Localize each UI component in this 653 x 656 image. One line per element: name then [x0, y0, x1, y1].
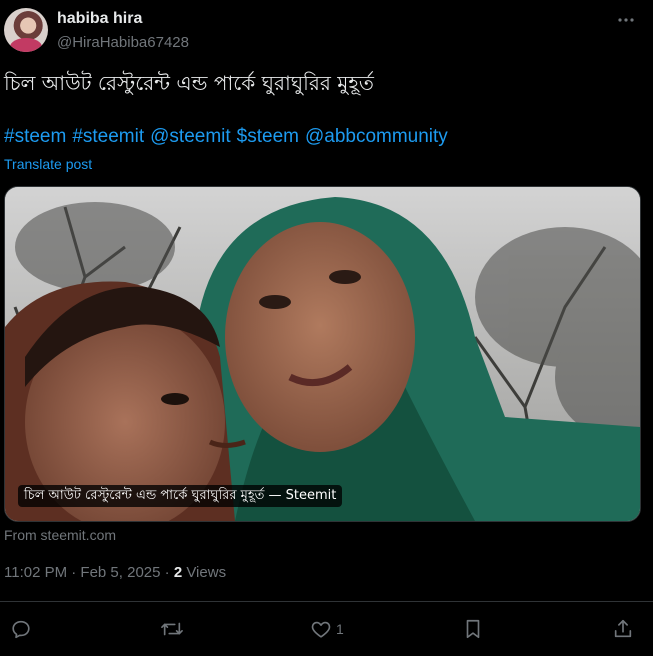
divider: [0, 601, 653, 602]
link-card-source[interactable]: From steemit.com: [4, 527, 116, 543]
bookmark-icon: [466, 619, 480, 639]
tag-link[interactable]: #steem: [4, 126, 66, 147]
mention-link[interactable]: @steemit: [150, 126, 231, 147]
mention-link[interactable]: @abbcommunity: [305, 126, 448, 147]
translate-post-link[interactable]: Translate post: [4, 156, 92, 172]
more-options-icon[interactable]: [612, 6, 640, 34]
views-label: Views: [182, 564, 227, 581]
repost-button[interactable]: [160, 612, 188, 646]
bookmark-button[interactable]: [463, 612, 487, 646]
share-icon: [614, 619, 632, 638]
post-meta: 11:02 PM · Feb 5, 2025 · 2 Views: [4, 564, 226, 581]
author-display-name[interactable]: habiba hira: [57, 10, 142, 28]
reply-button[interactable]: [10, 612, 36, 646]
action-bar: 1: [0, 612, 653, 646]
cashtag-link[interactable]: $steem: [237, 126, 299, 147]
share-button[interactable]: [612, 612, 638, 646]
like-count: 1: [336, 621, 344, 637]
reply-icon: [12, 620, 30, 639]
repost-icon: [161, 622, 183, 636]
post-tags: #steem #steemit @steemit $steem @abbcommunit…: [4, 126, 454, 148]
link-card-image[interactable]: [4, 186, 641, 522]
post-text: চিল আউট রেস্টুরেন্ট এন্ড পার্কে ঘুরাঘুরি…: [4, 71, 374, 95]
more-dots-icon: [618, 18, 634, 22]
card-photo: [5, 187, 640, 521]
post-timestamp[interactable]: 11:02 PM · Feb 5, 2025 ·: [4, 564, 174, 581]
avatar[interactable]: [4, 8, 48, 52]
tag-link[interactable]: #steemit: [72, 126, 144, 147]
avatar-shawl: [10, 38, 42, 52]
heart-icon: [311, 621, 331, 638]
views-count: 2: [173, 564, 183, 581]
like-button[interactable]: 1: [310, 612, 344, 646]
link-card-caption[interactable]: চিল আউট রেস্টুরেন্ট এন্ড পার্কে ঘুরাঘুরি…: [18, 485, 343, 507]
author-handle[interactable]: @HiraHabiba67428: [57, 34, 189, 51]
